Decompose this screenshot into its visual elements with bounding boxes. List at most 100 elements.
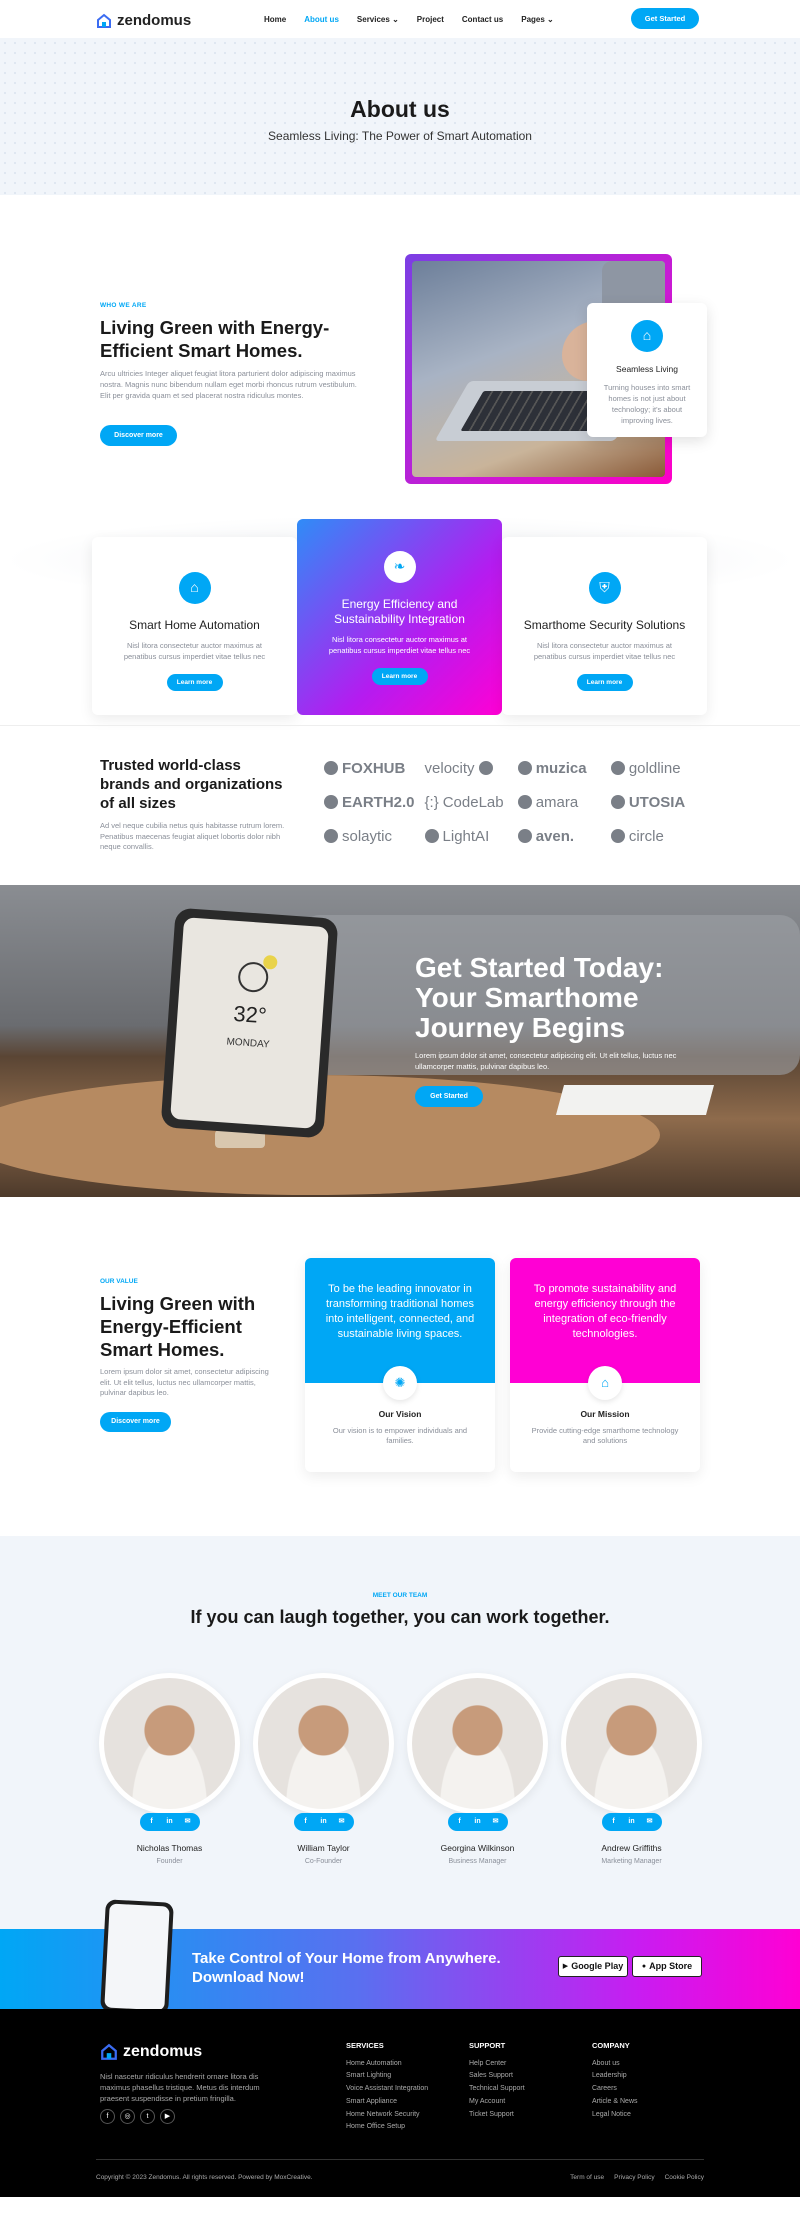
linkedin-icon[interactable]: in [163,1816,177,1828]
learn-more-button[interactable]: Learn more [576,674,633,691]
home-icon: ⌂ [588,1366,622,1400]
facebook-icon[interactable]: f [299,1816,313,1828]
team-member: f in ✉ William Taylor Co-Founder [253,1673,394,1867]
google-play-button[interactable]: ▶ Google Play [558,1956,628,1977]
seamless-living-card: ⌂ Seamless Living Turning houses into sm… [587,303,707,437]
footer-link[interactable]: Article & News [592,2096,638,2109]
section-tag: OUR VALUE [100,1278,138,1285]
footer-link[interactable]: Legal Notice [592,2109,638,2122]
chevron-down-icon: ⌄ [547,15,554,24]
card-text: Turning houses into smart homes is not j… [603,382,691,425]
cta-heading: Get Started Today: Your Smarthome Journe… [415,952,664,1043]
footer-link[interactable]: Technical Support [469,2083,525,2096]
footer-socials: f ◎ t ▶ [100,2109,175,2124]
nav-pages[interactable]: Pages ⌄ [521,14,554,25]
privacy-link[interactable]: Privacy Policy [614,2173,654,2182]
lightbulb-icon: ✺ [383,1366,417,1400]
feature-card-highlighted: ❧ Energy Efficiency and Sustainability I… [297,519,502,715]
chevron-down-icon: ⌄ [392,15,399,24]
mission-text: Provide cutting-edge smarthome technolog… [531,1425,679,1446]
footer-link[interactable]: Leadership [592,2070,638,2083]
discover-more-button[interactable]: Discover more [100,1412,171,1432]
social-links: f in ✉ [293,1813,354,1831]
linkedin-icon[interactable]: in [317,1816,331,1828]
brand-logos: FOXHUB velocity muzica goldline EARTH2.0… [324,759,694,845]
nav-about[interactable]: About us [304,14,339,25]
shield-icon: ⛨ [588,572,621,604]
learn-more-button[interactable]: Learn more [166,674,223,691]
team-member: f in ✉ Georgina Wilkinson Business Manager [407,1673,548,1867]
logo-text: zendomus [117,12,192,29]
team-section: MEET OUR TEAM If you can laugh together,… [0,1536,800,1929]
get-started-button[interactable]: Get Started [631,8,699,29]
nav-project[interactable]: Project [417,14,444,25]
tablet-day: MONDAY [226,1036,270,1051]
value-description: Lorem ipsum dolor sit amet, consectetur … [100,1367,269,1397]
footer-link[interactable]: Help Center [469,2058,525,2071]
page-title: About us [350,96,450,122]
terms-link[interactable]: Term of use [570,2173,604,2182]
tablet-temperature: 32° [232,1000,268,1029]
footer-link[interactable]: Voice Assistant Integration [346,2083,428,2096]
discover-more-button[interactable]: Discover more [100,425,177,446]
page-hero: About us Seamless Living: The Power of S… [0,38,800,195]
brands-heading: Trusted world-class brands and organizat… [100,757,283,812]
footer-link[interactable]: Home Network Security [346,2109,428,2122]
brand-logo: circle [610,827,694,845]
team-member: f in ✉ Andrew Griffiths Marketing Manager [561,1673,702,1867]
legal-links: Term of use Privacy Policy Cookie Policy [570,2173,704,2182]
facebook-icon[interactable]: f [453,1816,467,1828]
email-icon[interactable]: ✉ [489,1816,503,1828]
footer-support: SUPPORT Help Center Sales Support Techni… [469,2041,525,2121]
brands-text: Ad vel neque cubilia netus quis habitass… [100,821,285,851]
brand-logo: amara [517,793,601,811]
facebook-icon[interactable]: f [145,1816,159,1828]
about-section: WHO WE ARE Living Green with Energy-Effi… [0,195,800,725]
learn-more-button[interactable]: Learn more [371,668,428,685]
footer-link[interactable]: Ticket Support [469,2109,525,2122]
app-store-button[interactable]: ● App Store [632,1956,702,1977]
instagram-icon[interactable]: ◎ [120,2109,135,2124]
avatar [99,1673,240,1814]
smart-home-icon: ⌂ [631,320,663,352]
avatar [561,1673,702,1814]
cookie-link[interactable]: Cookie Policy [665,2173,704,2182]
email-icon[interactable]: ✉ [335,1816,349,1828]
footer-link[interactable]: About us [592,2058,638,2071]
member-role: Business Manager [448,1857,507,1865]
footer-logo[interactable]: zendomus [100,2041,202,2063]
mission-card: To promote sustainability and energy eff… [510,1258,700,1472]
feature-title: Smarthome Security Solutions [523,618,686,632]
logo[interactable]: zendomus [96,10,191,31]
social-links: f in ✉ [601,1813,662,1831]
footer-services: SERVICES Home Automation Smart Lighting … [346,2041,428,2134]
footer-link[interactable]: Home Office Setup [346,2121,428,2134]
brand-logo: {:} CodeLab [424,793,504,811]
footer-link[interactable]: Smart Lighting [346,2070,428,2083]
footer-link[interactable]: Sales Support [469,2070,525,2083]
brand-logo: velocity [425,759,508,777]
avatar [253,1673,394,1814]
nav-contact[interactable]: Contact us [462,14,503,25]
mission-title: Our Mission [580,1409,630,1419]
footer-link[interactable]: My Account [469,2096,525,2109]
footer-link[interactable]: Home Automation [346,2058,428,2071]
linkedin-icon[interactable]: in [625,1816,639,1828]
linkedin-icon[interactable]: in [471,1816,485,1828]
section-tag: WHO WE ARE [100,302,147,309]
nav-pages-label: Pages [521,15,545,24]
member-role: Marketing Manager [601,1857,662,1865]
facebook-icon[interactable]: f [100,2109,115,2124]
cta-get-started-button[interactable]: Get Started [415,1086,483,1107]
email-icon[interactable]: ✉ [643,1816,657,1828]
email-icon[interactable]: ✉ [181,1816,195,1828]
twitter-icon[interactable]: t [140,2109,155,2124]
footer-link[interactable]: Smart Appliance [346,2096,428,2109]
nav-home[interactable]: Home [264,14,286,25]
feature-card: ⛨ Smarthome Security Solutions Nisl lito… [502,537,707,715]
facebook-icon[interactable]: f [607,1816,621,1828]
youtube-icon[interactable]: ▶ [160,2109,175,2124]
nav-services[interactable]: Services ⌄ [357,14,399,25]
tablet-image: 32° MONDAY [160,907,339,1139]
footer-link[interactable]: Careers [592,2083,638,2096]
